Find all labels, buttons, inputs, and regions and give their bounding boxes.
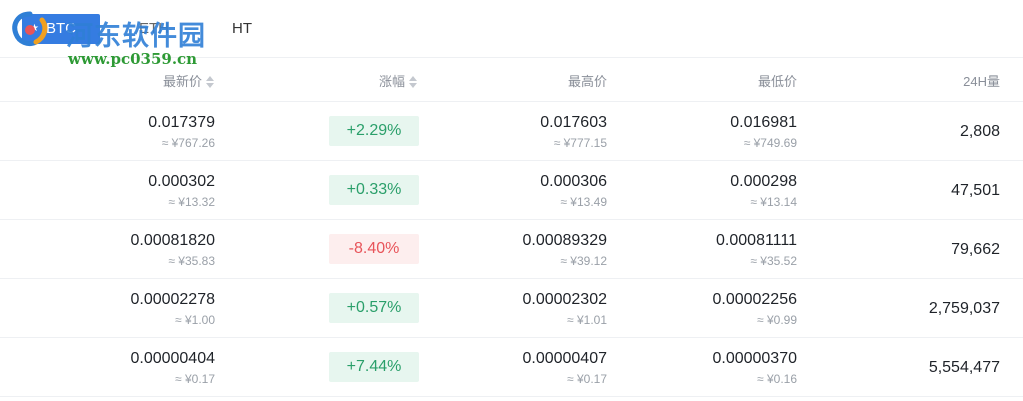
high-value: 0.00000407 [522,350,607,367]
header-high-label: 最高价 [567,74,607,89]
tab-label: ETH [139,20,169,37]
header-volume: 24H量 [963,72,1000,92]
change-badge: +7.44% [329,352,419,382]
change-badge: +0.57% [329,293,419,323]
low-value: 0.00002256 [712,291,797,308]
low-cny: ≈ ¥13.14 [750,195,797,209]
sort-icon [205,75,215,89]
header-low-label: 最低价 [757,74,797,89]
price-cny: ≈ ¥1.00 [175,313,215,327]
price-value: 0.017379 [148,114,215,131]
tab-btc[interactable]: ★ BTC [22,14,100,44]
volume-value: 2,759,037 [928,300,1000,317]
sort-icon [408,75,418,89]
change-badge: +2.29% [329,116,419,146]
low-cny: ≈ ¥0.16 [757,372,797,386]
tab-ht[interactable]: HT [222,14,262,44]
price-cny: ≈ ¥13.32 [168,195,215,209]
price-value: 0.00002278 [130,291,215,308]
table-row[interactable]: 0.00081820 ≈ ¥35.83 -8.40% 0.00089329 ≈ … [0,220,1023,279]
low-cell: 0.00000370 ≈ ¥0.16 [597,338,797,397]
price-value: 0.00081820 [130,232,215,249]
low-cell: 0.00002256 ≈ ¥0.99 [597,279,797,338]
high-cell: 0.00002302 ≈ ¥1.01 [407,279,607,338]
high-cell: 0.017603 ≈ ¥777.15 [407,102,607,161]
high-value: 0.00002302 [522,291,607,308]
price-cell: 0.00002278 ≈ ¥1.00 [15,279,215,338]
header-price[interactable]: 最新价 [163,72,215,92]
high-cell: 0.00089329 ≈ ¥39.12 [407,220,607,279]
price-cny: ≈ ¥35.83 [168,254,215,268]
low-value: 0.00000370 [712,350,797,367]
low-value: 0.00081111 [716,232,797,249]
low-value: 0.000298 [730,173,797,190]
price-value: 0.000302 [148,173,215,190]
table-row[interactable]: 0.017379 ≈ ¥767.26 +2.29% 0.017603 ≈ ¥77… [0,102,1023,161]
market-tabs: ★ BTC ETH HT [0,0,1023,58]
price-cell: 0.00081820 ≈ ¥35.83 [15,220,215,279]
table-header: 最新价 涨幅 最高价 最低价 24H量 [0,60,1023,102]
header-low: 最低价 [758,72,797,92]
high-cell: 0.000306 ≈ ¥13.49 [407,161,607,220]
tab-label: BTC [46,20,76,37]
change-badge: -8.40% [329,234,419,264]
price-cell: 0.017379 ≈ ¥767.26 [15,102,215,161]
price-cny: ≈ ¥0.17 [175,372,215,386]
low-cell: 0.00081111 ≈ ¥35.52 [597,220,797,279]
price-cell: 0.000302 ≈ ¥13.32 [15,161,215,220]
price-cny: ≈ ¥767.26 [161,136,215,150]
change-badge: +0.33% [329,175,419,205]
star-icon: ★ [30,23,39,34]
table-row[interactable]: 0.00000404 ≈ ¥0.17 +7.44% 0.00000407 ≈ ¥… [0,338,1023,397]
high-value: 0.00089329 [522,232,607,249]
table-row[interactable]: 0.00002278 ≈ ¥1.00 +0.57% 0.00002302 ≈ ¥… [0,279,1023,338]
tab-label: HT [232,20,252,37]
low-cny: ≈ ¥749.69 [743,136,797,150]
header-volume-label: 24H量 [963,74,1000,89]
header-high: 最高价 [568,72,607,92]
header-price-label: 最新价 [162,74,202,89]
volume-value: 5,554,477 [928,359,1000,376]
header-change[interactable]: 涨幅 [379,72,418,92]
volume-value: 2,808 [959,123,1000,140]
volume-value: 79,662 [951,241,1000,258]
header-change-label: 涨幅 [378,74,405,89]
volume-value: 47,501 [951,182,1000,199]
table-row[interactable]: 0.000302 ≈ ¥13.32 +0.33% 0.000306 ≈ ¥13.… [0,161,1023,220]
low-value: 0.016981 [730,114,797,131]
low-cell: 0.000298 ≈ ¥13.14 [597,161,797,220]
low-cny: ≈ ¥35.52 [750,254,797,268]
tab-eth[interactable]: ETH [126,14,182,44]
high-cell: 0.00000407 ≈ ¥0.17 [407,338,607,397]
low-cell: 0.016981 ≈ ¥749.69 [597,102,797,161]
low-cny: ≈ ¥0.99 [757,313,797,327]
price-cell: 0.00000404 ≈ ¥0.17 [15,338,215,397]
price-value: 0.00000404 [130,350,215,367]
